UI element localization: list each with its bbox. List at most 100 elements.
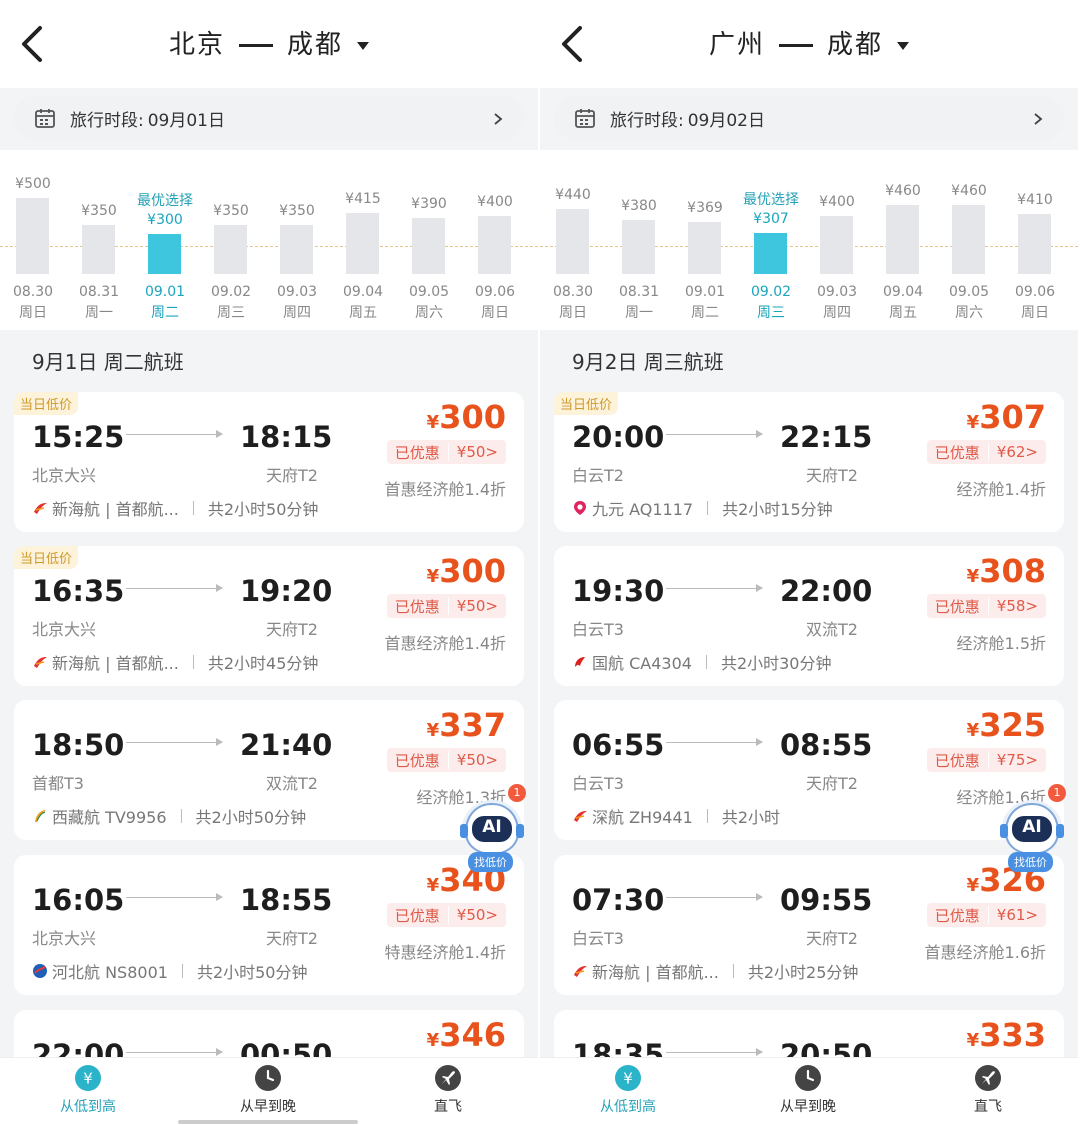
price-calendar-day[interactable]: ¥350 09.03 周四 (264, 150, 330, 330)
flight-card[interactable]: 18:50 21:40 首都T3 双流T2 西藏航 TV9956 共2小时50分钟 ¥337… (14, 700, 524, 840)
flight-card[interactable]: 07:30 09:55 白云T3 天府T2 新海航 | 首都航... 共2小时25分钟 ¥3… (554, 855, 1064, 995)
day-price: ¥460 (951, 183, 987, 199)
price-calendar-day[interactable]: ¥350 09.02 周三 (198, 150, 264, 330)
meta-separator (180, 809, 182, 823)
flight-card[interactable]: 当日低价 15:25 18:15 北京大兴 天府T2 新海航 | 首都航... 共2小时50… (14, 392, 524, 532)
sort-tab-label: 从低到高 (60, 1099, 116, 1115)
day-price: ¥300 (147, 212, 183, 228)
currency-symbol: ¥ (966, 412, 980, 433)
currency-symbol: ¥ (426, 1030, 440, 1051)
price-bar (622, 220, 655, 274)
cabin-class: 经济舱1.5折 (956, 634, 1046, 653)
flight-arrow-icon (666, 1048, 763, 1056)
departure-airport: 白云T3 (572, 929, 624, 948)
discount-amount: ¥75> (987, 751, 1046, 769)
price-calendar-day[interactable]: ¥410 09.06 周日 (1002, 150, 1068, 330)
day-date: 09.01 (144, 284, 186, 300)
flight-card[interactable]: 16:05 18:55 北京大兴 天府T2 河北航 NS8001 共2小时50分钟 ¥340… (14, 855, 524, 995)
day-price: ¥440 (555, 187, 591, 203)
flight-card[interactable]: 19:30 22:00 白云T3 双流T2 国航 CA4304 共2小时30分钟 ¥308 已… (554, 546, 1064, 686)
travel-date-selector[interactable]: 旅行时段: 09月02日 (554, 95, 1064, 141)
flight-meta: 新海航 | 首都航... 共2小时50分钟 (32, 496, 318, 520)
discount-badge[interactable]: 已优惠 ¥50> (386, 440, 506, 464)
sort-tab[interactable]: 直飞 (388, 1064, 508, 1116)
currency-symbol: ¥ (966, 566, 980, 587)
discount-badge[interactable]: 已优惠 ¥58> (926, 594, 1046, 618)
sort-tab[interactable]: ¥ 从低到高 (568, 1064, 688, 1116)
airline-logo-icon (572, 500, 588, 516)
route-selector[interactable]: 北京 成都 (0, 24, 538, 61)
flight-price: ¥325 (967, 706, 1046, 744)
date-label: 旅行时段: (70, 110, 144, 131)
day-weekday: 周日 (19, 305, 47, 321)
flight-price: ¥300 (427, 552, 506, 590)
plane-icon (434, 1064, 462, 1092)
airline-logo-icon (32, 654, 48, 670)
flight-card[interactable]: 当日低价 16:35 19:20 北京大兴 天府T2 新海航 | 首都航... 共2小时45… (14, 546, 524, 686)
price-calendar-day[interactable]: ¥380 08.31 周一 (606, 150, 672, 330)
price-calendar: ¥440 08.30 周日 ¥380 08.31 周一 ¥369 09.01 周二 ¥307 最优选… (540, 150, 1078, 330)
flight-duration: 共2小时15分钟 (722, 500, 833, 519)
day-price: ¥350 (279, 203, 315, 219)
price-calendar-day[interactable]: ¥350 08.31 周一 (66, 150, 132, 330)
sort-tab-label: 直飞 (434, 1099, 462, 1115)
departure-airport: 北京大兴 (32, 929, 97, 948)
flight-price: ¥308 (967, 552, 1046, 590)
discount-badge[interactable]: 已优惠 ¥50> (386, 903, 506, 927)
plane-icon (974, 1064, 1002, 1092)
sort-tab[interactable]: ¥ 从低到高 (28, 1064, 148, 1116)
discount-badge[interactable]: 已优惠 ¥61> (926, 903, 1046, 927)
day-price: ¥415 (345, 191, 381, 207)
day-weekday: 周六 (415, 305, 443, 321)
ai-assistant-button[interactable]: AI 1 找低价 (992, 784, 1072, 876)
day-date: 09.05 (408, 284, 450, 300)
price-calendar-day[interactable]: ¥400 09.03 周四 (804, 150, 870, 330)
arrival-time: 18:15 (240, 420, 333, 454)
sort-tab[interactable]: 从早到晚 (208, 1064, 328, 1116)
ai-assistant-button[interactable]: AI 1 找低价 (452, 784, 532, 876)
route-to: 成都 (827, 30, 884, 60)
ai-label: AI (482, 817, 502, 837)
flight-card[interactable]: 06:55 08:55 白云T3 天府T2 深航 ZH9441 共2小时 ¥325 已优惠 ¥7… (554, 700, 1064, 840)
flight-price: ¥333 (967, 1016, 1046, 1054)
travel-date-selector[interactable]: 旅行时段: 09月01日 (14, 95, 524, 141)
discount-badge[interactable]: 已优惠 ¥50> (386, 594, 506, 618)
day-weekday: 周二 (691, 305, 719, 321)
arrival-airport: 双流T2 (806, 620, 858, 639)
flight-duration: 共2小时50分钟 (207, 500, 319, 519)
day-date: 09.03 (816, 284, 858, 300)
bottom-sort-bar: ¥ 从低到高 从早到晚 直飞 (0, 1057, 538, 1125)
bottom-sort-bar: ¥ 从低到高 从早到晚 直飞 (540, 1057, 1078, 1125)
flight-arrow-icon (666, 738, 763, 746)
route-dash-icon (779, 44, 813, 47)
price-calendar-day[interactable]: ¥400 09.06 周日 (462, 150, 528, 330)
discount-badge[interactable]: 已优惠 ¥62> (926, 440, 1046, 464)
find-low-price-pill: 找低价 (468, 852, 513, 872)
sort-tab[interactable]: 直飞 (928, 1064, 1048, 1116)
discount-badge[interactable]: 已优惠 ¥75> (926, 748, 1046, 772)
price-calendar-day[interactable]: ¥500 08.30 周日 (0, 150, 66, 330)
airline-logo-icon (572, 808, 588, 824)
low-price-tag: 当日低价 (554, 392, 619, 415)
sort-tab[interactable]: 从早到晚 (748, 1064, 868, 1116)
flight-price: ¥346 (427, 1016, 506, 1054)
price-calendar-day[interactable]: ¥460 09.04 周五 (870, 150, 936, 330)
route-selector[interactable]: 广州 成都 (540, 24, 1078, 61)
departure-airport: 北京大兴 (32, 620, 97, 639)
price-calendar-day[interactable]: ¥369 09.01 周二 (672, 150, 738, 330)
price-calendar-day[interactable]: ¥460 09.05 周六 (936, 150, 1002, 330)
price-calendar-day[interactable]: ¥390 09.05 周六 (396, 150, 462, 330)
day-weekday: 周四 (823, 305, 851, 321)
price-calendar-day[interactable]: ¥440 08.30 周日 (540, 150, 606, 330)
price-calendar-day[interactable]: ¥300 最优选择 09.01 周二 (132, 150, 198, 330)
low-price-tag: 当日低价 (14, 392, 79, 415)
price-calendar-day[interactable]: ¥307 最优选择 09.02 周三 (738, 150, 804, 330)
flight-price: ¥300 (427, 398, 506, 436)
price-calendar-day[interactable]: ¥415 09.04 周五 (330, 150, 396, 330)
discount-badge[interactable]: 已优惠 ¥50> (386, 748, 506, 772)
route-dash-icon (239, 44, 273, 47)
flight-card[interactable]: 当日低价 20:00 22:15 白云T2 天府T2 九元 AQ1117 共2小时15分钟 ¥… (554, 392, 1064, 532)
flight-price: ¥307 (967, 398, 1046, 436)
day-weekday: 周五 (889, 305, 917, 321)
departure-time: 06:55 (572, 728, 665, 762)
